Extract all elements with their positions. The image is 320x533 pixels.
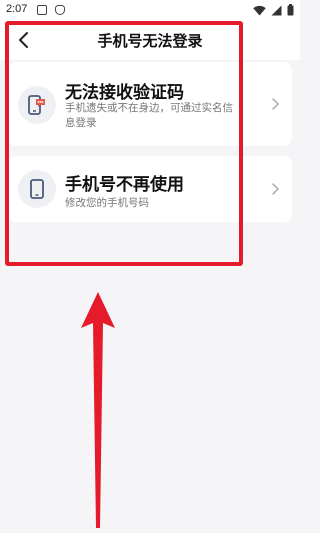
option-title: 无法接收验证码	[65, 83, 184, 103]
phone-message-icon	[28, 95, 45, 115]
phone-icon-circle	[18, 170, 56, 208]
chevron-right-icon	[272, 183, 279, 195]
phone-message-icon-circle	[18, 86, 56, 124]
phone-icon	[30, 179, 44, 199]
option-cannot-receive-code[interactable]: 无法接收验证码 手机遗失或不在身边，可通过实名信息登录	[8, 62, 292, 146]
red-arrow-annotation	[81, 292, 115, 528]
chevron-right-icon	[272, 98, 279, 110]
shield-notification-icon	[55, 5, 65, 15]
option-title: 手机号不再使用	[65, 175, 184, 195]
option-description: 手机遗失或不在身边，可通过实名信息登录	[65, 102, 233, 129]
app-notification-icon	[37, 5, 47, 15]
wifi-icon	[253, 5, 266, 15]
option-description: 修改您的手机号码	[65, 197, 149, 209]
status-time: 2:07	[6, 3, 28, 15]
option-number-not-in-use[interactable]: 手机号不再使用 修改您的手机号码	[8, 156, 292, 222]
status-bar: 2:07	[0, 0, 300, 20]
status-icons	[253, 4, 294, 16]
battery-icon	[287, 4, 294, 16]
nav-bar: 手机号无法登录	[0, 20, 300, 60]
cellular-signal-icon	[271, 5, 282, 15]
page-title: 手机号无法登录	[97, 32, 203, 50]
